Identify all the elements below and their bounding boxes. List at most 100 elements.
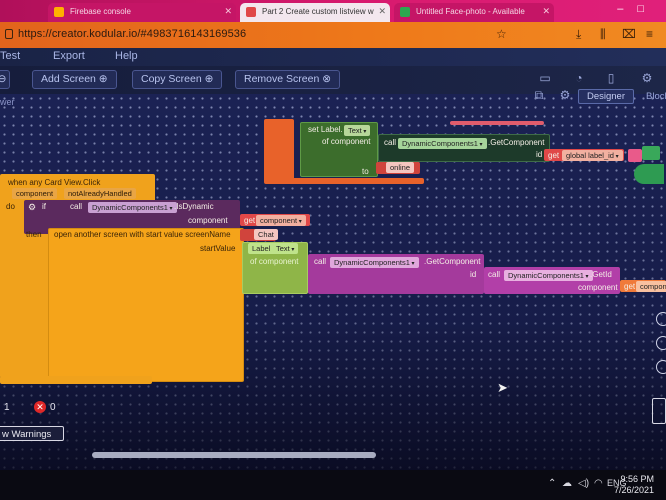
menu-icon[interactable]: ≡: [646, 27, 653, 41]
address-bar[interactable]: https://creator.kodular.io/#498371614316…: [0, 22, 666, 48]
component-param: component: [12, 188, 58, 199]
window-controls[interactable]: –□: [617, 3, 658, 15]
close-tab-icon[interactable]: ✕: [224, 3, 232, 20]
extensions-icon[interactable]: ⌧: [622, 27, 636, 41]
url-text[interactable]: https://creator.kodular.io/#498371614316…: [18, 28, 246, 40]
set-label-keyword: set Label.: [308, 125, 343, 134]
blocks-button[interactable]: Block: [646, 91, 666, 102]
block-fragment: [450, 121, 544, 125]
download-icon[interactable]: ⤓: [576, 27, 581, 42]
online-text[interactable]: online: [386, 162, 415, 173]
app-menu-bar: Test Export Help: [0, 48, 666, 66]
wifi-icon[interactable]: ◠: [594, 478, 603, 489]
cloud-icon[interactable]: ☁: [562, 478, 572, 489]
is-dynamic-method: .IsDynamic: [174, 202, 214, 211]
palette-icon[interactable]: ◔: [572, 71, 586, 85]
component-label: component: [188, 216, 228, 225]
zoom-out-icon[interactable]: [656, 336, 666, 350]
event-block-bottom: [264, 178, 424, 184]
event-title: when any Card View.Click: [8, 178, 101, 187]
dynamic-components-dropdown[interactable]: DynamicComponents1: [398, 138, 487, 149]
text-property-dropdown[interactable]: Text: [344, 125, 371, 136]
get-component-method: .GetComponent: [424, 257, 481, 266]
zoom-reset-icon[interactable]: [656, 360, 666, 374]
tab-label: Firebase console: [70, 7, 131, 16]
menu-help[interactable]: Help: [115, 50, 138, 62]
call-keyword: call: [488, 270, 501, 279]
call-keyword: call: [384, 138, 397, 147]
clock-date: 7/26/2021: [613, 485, 654, 495]
to-label: to: [362, 167, 369, 176]
copy-icon[interactable]: ⧉: [532, 88, 546, 102]
viewer-label: wer: [0, 97, 15, 107]
of-component-label: of component: [322, 137, 371, 146]
tab-untitled-face-photo[interactable]: Untitled Face-photo - Available ✕: [394, 3, 554, 22]
get-component-method: .GetComponent: [488, 138, 545, 147]
open-screen-label: open another screen with start value scr…: [54, 230, 231, 239]
sheet-favicon-icon: [400, 7, 410, 17]
call-keyword: call: [314, 257, 327, 266]
block-fragment-pink: [628, 149, 642, 162]
dynamic-components-dropdown[interactable]: DynamicComponents1: [88, 202, 177, 213]
get-id-method: .GetId: [590, 270, 612, 279]
system-clock[interactable]: 9:56 PM 7/26/2021: [614, 474, 654, 496]
global-label-id-dropdown[interactable]: global label_id: [562, 150, 623, 161]
designer-button[interactable]: Designer: [578, 89, 634, 104]
horizontal-scrollbar[interactable]: [92, 452, 376, 458]
close-tab-icon[interactable]: ✕: [542, 3, 550, 20]
get-keyword: get: [244, 216, 256, 225]
tab-label: Part 2 Create custom listview w: [262, 7, 374, 16]
dynamic-components-dropdown[interactable]: DynamicComponents1: [504, 270, 593, 281]
tab-label: Untitled Face-photo - Available: [416, 7, 525, 16]
if-keyword: if: [42, 202, 46, 211]
browser-tab-bar: Firebase console ✕ Part 2 Create custom …: [0, 0, 666, 22]
block-fragment-green-round: [634, 164, 664, 184]
volume-icon[interactable]: ◁): [578, 478, 589, 489]
mouse-cursor-icon: ➤: [497, 380, 508, 395]
zoom-in-icon[interactable]: [656, 312, 666, 326]
tab-firebase-console[interactable]: Firebase console ✕: [48, 3, 236, 22]
of-component-label: of component: [250, 257, 299, 266]
gear-icon[interactable]: ⚙: [558, 88, 572, 102]
dynamic-components-dropdown[interactable]: DynamicComponents1: [330, 257, 419, 268]
error-icon: ✕: [34, 401, 46, 413]
warning-count: 1: [4, 402, 10, 413]
menu-export[interactable]: Export: [53, 50, 85, 62]
chevron-up-icon[interactable]: ⌃: [548, 478, 556, 489]
id-label: id: [470, 270, 477, 279]
youtube-favicon-icon: [246, 7, 256, 17]
copy-screen-button[interactable]: Copy Screen ⊕: [132, 70, 223, 89]
windows-taskbar: ⌃ ☁ ◁) ◠ ENG 9:56 PM 7/26/2021: [0, 470, 666, 500]
gear-icon[interactable]: ⚙: [28, 202, 36, 213]
menu-test[interactable]: Test: [0, 50, 20, 62]
tab-custom-listview[interactable]: Part 2 Create custom listview w ✕: [240, 3, 390, 22]
clock-time: 9:56 PM: [620, 474, 654, 484]
phone-icon[interactable]: ▯: [604, 71, 618, 85]
component-var-dropdown[interactable]: component: [256, 215, 306, 226]
show-warnings-button[interactable]: w Warnings: [0, 426, 64, 441]
not-already-handled-param: notAlreadyHandled: [64, 188, 136, 199]
remove-screen-button[interactable]: Remove Screen ⊗: [235, 70, 340, 89]
firebase-favicon-icon: [54, 7, 64, 17]
library-icon[interactable]: ⫼: [600, 27, 606, 42]
do-label: do: [6, 202, 15, 211]
component-var-text[interactable]: compone: [636, 281, 666, 292]
settings-icon[interactable]: ⚙: [640, 71, 654, 85]
text-property-dropdown[interactable]: Text: [272, 243, 299, 254]
block-fragment-green: [642, 146, 660, 160]
add-screen-button[interactable]: Add Screen ⊕: [32, 70, 117, 89]
id-label: id: [536, 150, 543, 159]
error-count: 0: [50, 402, 56, 413]
screen-selector-button[interactable]: ⊖: [0, 70, 10, 89]
event-block-left-edge[interactable]: [264, 119, 294, 182]
event-block-bottom: [0, 376, 152, 384]
component-label: component: [578, 283, 618, 292]
trash-icon[interactable]: [652, 398, 666, 424]
get-keyword: get: [548, 151, 560, 160]
bookmark-star-icon[interactable]: ☆: [496, 27, 507, 41]
start-value-label: startValue: [200, 244, 236, 253]
close-tab-icon[interactable]: ✕: [378, 3, 386, 20]
folder-icon[interactable]: ▭: [538, 71, 552, 85]
blocks-workspace[interactable]: set Label. Text of component to call Dyn…: [0, 94, 666, 470]
chat-text[interactable]: Chat: [254, 229, 278, 240]
